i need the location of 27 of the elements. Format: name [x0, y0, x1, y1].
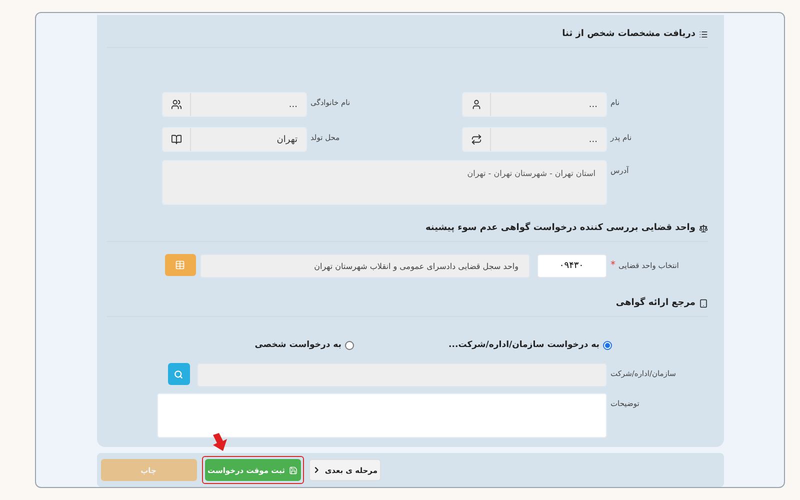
- repeat-icon: [470, 134, 482, 145]
- scale-icon: [698, 224, 708, 232]
- description-field[interactable]: [156, 393, 606, 438]
- list-button[interactable]: [164, 254, 196, 276]
- section-title: دریافت مشخصات شخص از ثنا: [106, 23, 708, 48]
- code-field[interactable]: ۰۹۴۳۰: [536, 254, 606, 278]
- section-title: مرجع ارائه گواهی: [106, 292, 708, 317]
- text-field[interactable]: ...: [462, 127, 606, 152]
- book-icon: [170, 134, 182, 145]
- tablet-icon: [698, 298, 708, 308]
- text-field[interactable]: تهران: [162, 127, 306, 152]
- table-icon: [175, 260, 185, 270]
- search-button[interactable]: [168, 363, 190, 385]
- list-icon: [698, 30, 708, 38]
- court-unit-field[interactable]: واحد سجل قضایی دادسرای عمومی و انقلاب شهرستان تهران: [200, 254, 530, 278]
- users-icon: [170, 99, 182, 110]
- search-icon: [174, 370, 183, 378]
- radio-option[interactable]: به درخواست سازمان/اداره/شرکت...: [448, 340, 612, 350]
- address-field[interactable]: استان تهران - شهرستان تهران - تهران: [162, 160, 606, 205]
- text-field[interactable]: ...: [462, 92, 606, 117]
- organization-field[interactable]: [196, 363, 606, 387]
- text-field[interactable]: ...: [162, 92, 306, 117]
- radio-option[interactable]: به درخواست شخصی: [254, 340, 354, 350]
- section-title: واحد قضایی بررسی کننده درخواست گواهی عدم سوء پیشینه: [106, 217, 708, 242]
- save-icon: [288, 466, 298, 475]
- arrow-icon: [210, 433, 228, 454]
- user-icon: [470, 99, 482, 110]
